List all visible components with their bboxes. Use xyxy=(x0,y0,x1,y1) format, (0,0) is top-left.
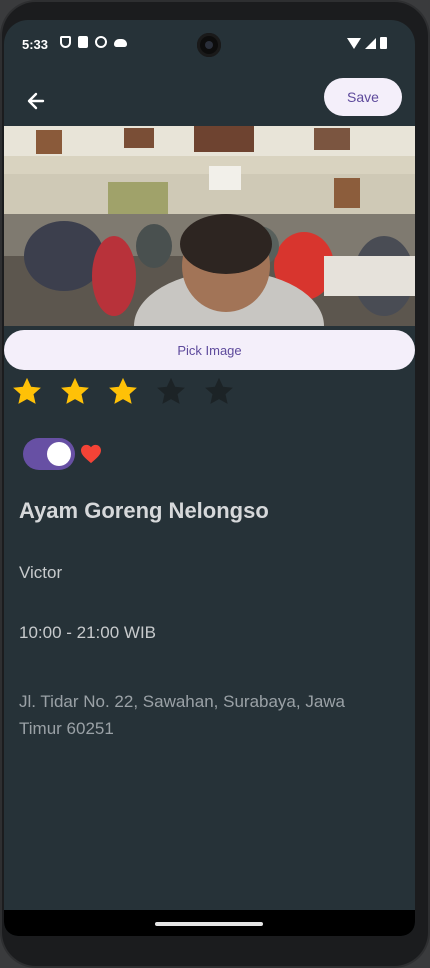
status-bar: 5:33 xyxy=(4,20,415,68)
star-2-icon[interactable] xyxy=(58,375,92,409)
star-1-icon[interactable] xyxy=(10,375,44,409)
favorite-toggle[interactable] xyxy=(23,438,75,470)
owner-name: Victor xyxy=(19,563,63,582)
restaurant-name: Ayam Goreng Nelongso xyxy=(19,498,269,523)
star-5-icon[interactable] xyxy=(202,375,236,409)
signal-icon xyxy=(365,38,376,49)
home-indicator[interactable] xyxy=(155,922,263,926)
opening-hours: 10:00 - 21:00 WIB xyxy=(19,623,157,642)
status-notification-icons xyxy=(60,36,127,48)
app-screen: 5:33 Save Pick Image Ayam Goreng Nelongs… xyxy=(4,20,415,936)
save-button[interactable]: Save xyxy=(324,78,402,116)
address: Jl. Tidar No. 22, Sawahan, Surabaya, Jaw… xyxy=(19,692,346,738)
star-rating[interactable] xyxy=(10,375,236,409)
bag-icon xyxy=(95,36,107,48)
arrow-left-icon xyxy=(27,92,45,110)
status-time: 5:33 xyxy=(22,37,49,52)
status-system-icons xyxy=(347,37,387,49)
restaurant-photo xyxy=(4,126,415,326)
back-button[interactable] xyxy=(18,83,54,119)
heart-icon xyxy=(81,444,101,464)
cloud-icon xyxy=(114,39,127,47)
front-camera xyxy=(197,33,221,57)
toggle-knob xyxy=(47,442,71,466)
wifi-icon xyxy=(347,38,361,49)
star-3-icon[interactable] xyxy=(106,375,140,409)
star-4-icon[interactable] xyxy=(154,375,188,409)
shield-icon xyxy=(60,36,71,48)
pick-image-button[interactable]: Pick Image xyxy=(4,330,415,370)
battery-icon xyxy=(380,37,387,49)
sim-card-icon xyxy=(78,36,88,48)
